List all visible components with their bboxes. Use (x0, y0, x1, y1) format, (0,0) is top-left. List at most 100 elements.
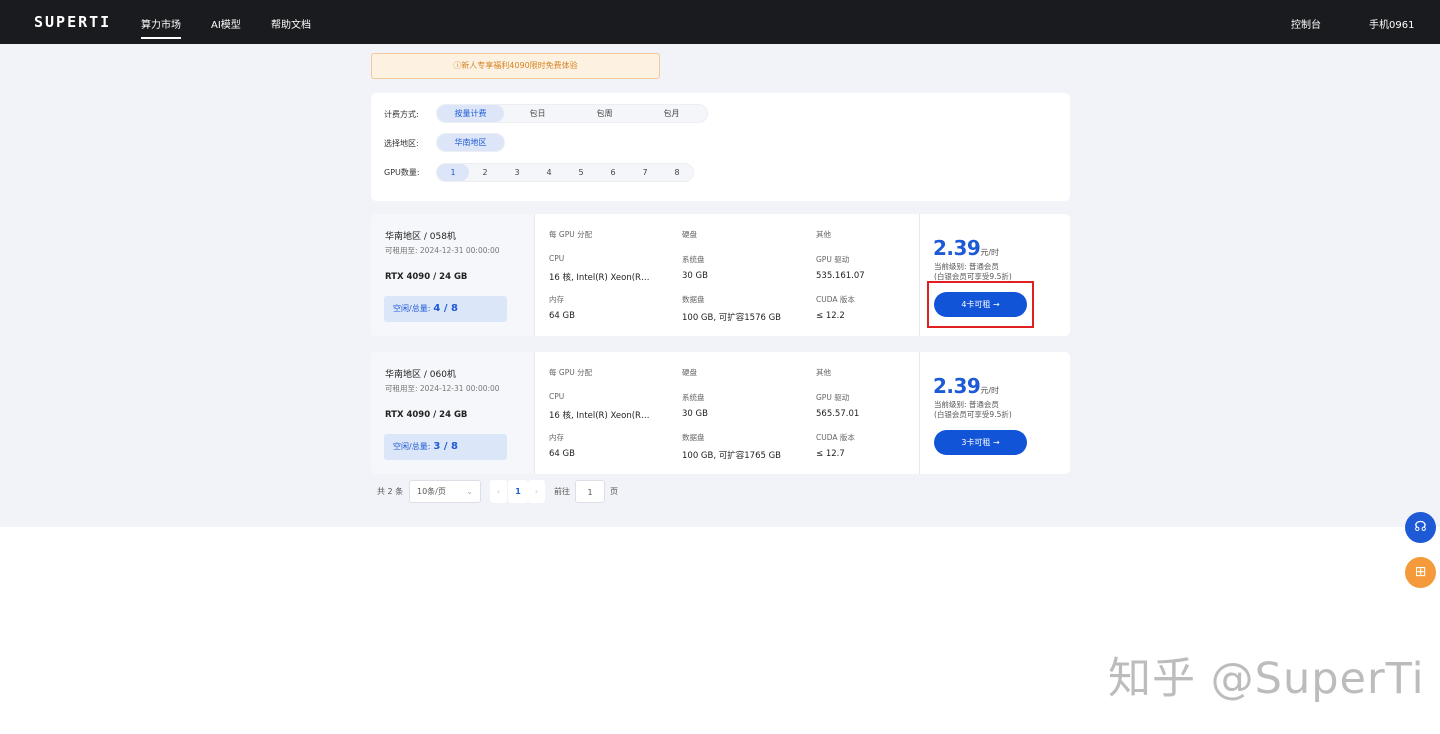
billing-option-pay-as-you-go[interactable]: 按量计费 (437, 105, 504, 122)
customer-service-icon[interactable]: ☊ (1405, 512, 1436, 543)
cpu-value: 16 核, Intel(R) Xeon(R… (549, 411, 650, 421)
user-account-menu[interactable]: 手机0961 (1369, 16, 1414, 31)
billing-label: 计费方式: (384, 110, 419, 119)
billing-option-monthly[interactable]: 包月 (638, 105, 705, 122)
gpu-model: RTX 4090 / 24 GB (385, 272, 468, 282)
gpu-driver-value: 565.57.01 (816, 409, 860, 419)
cuda-label: CUDA 版本 (816, 295, 855, 304)
price-value: 2.39 (933, 374, 981, 398)
membership-discount: (白银会员可享受9.5折) (934, 410, 1012, 419)
gpu-count-8[interactable]: 8 (661, 164, 693, 181)
page-number-current[interactable]: 1 (508, 480, 528, 503)
cuda-label: CUDA 版本 (816, 433, 855, 442)
nav-help-docs[interactable]: 帮助文档 (271, 16, 311, 31)
rentable-until: 可租用至: 2024-12-31 00:00:00 (385, 384, 500, 393)
data-disk-label: 数据盘 (682, 433, 705, 442)
machine-summary: 华南地区 / 060机 可租用至: 2024-12-31 00:00:00 RT… (371, 352, 534, 474)
free-total-badge: 空闲/总量: 4 / 8 (384, 296, 507, 322)
free-total-value: 4 / 8 (433, 303, 458, 314)
highlight-box (927, 281, 1034, 328)
cpu-label: CPU (549, 392, 565, 401)
membership-level: 当前级别: 普通会员 (934, 262, 999, 271)
gpu-count-label: GPU数量: (384, 168, 420, 177)
next-page-icon[interactable]: › (528, 480, 545, 503)
cpu-value: 16 核, Intel(R) Xeon(R… (549, 273, 650, 283)
price: 2.39元/时 (933, 236, 999, 260)
data-disk-label: 数据盘 (682, 295, 705, 304)
pagination-total: 共 2 条 (377, 487, 404, 496)
gpu-count-1[interactable]: 1 (437, 164, 469, 181)
cpu-label: CPU (549, 254, 565, 263)
divider (919, 352, 920, 474)
system-disk-label: 系统盘 (682, 255, 705, 264)
data-disk-value: 100 GB, 可扩容1576 GB (682, 313, 781, 323)
machine-summary: 华南地区 / 058机 可租用至: 2024-12-31 00:00:00 RT… (371, 214, 534, 336)
other-label: 其他 (816, 230, 831, 239)
disk-label: 硬盘 (682, 368, 697, 377)
machine-title: 华南地区 / 060机 (385, 370, 456, 380)
billing-option-daily[interactable]: 包日 (504, 105, 571, 122)
divider (919, 214, 920, 336)
rentable-until: 可租用至: 2024-12-31 00:00:00 (385, 246, 500, 255)
per-gpu-label: 每 GPU 分配 (549, 368, 593, 377)
divider (534, 352, 535, 474)
gpu-count-options: 1 2 3 4 5 6 7 8 (436, 163, 694, 182)
page-size-select[interactable]: 10条/页 ⌄ (409, 480, 481, 503)
gpu-count-6[interactable]: 6 (597, 164, 629, 181)
free-total-value: 3 / 8 (433, 441, 458, 452)
per-gpu-label: 每 GPU 分配 (549, 230, 593, 239)
gpu-driver-value: 535.161.07 (816, 271, 865, 281)
goto-page-input[interactable]: 1 (575, 480, 605, 503)
filter-panel: 计费方式: 按量计费 包日 包周 包月 选择地区: 华南地区 GPU数量: 1 … (371, 93, 1070, 201)
gpu-driver-label: GPU 驱动 (816, 393, 850, 402)
price-unit: 元/时 (980, 248, 1000, 257)
page-size-value: 10条/页 (417, 487, 446, 496)
rent-button[interactable]: 3卡可租 → (934, 430, 1027, 455)
machine-card: 华南地区 / 060机 可租用至: 2024-12-31 00:00:00 RT… (371, 352, 1070, 474)
memory-label: 内存 (549, 295, 564, 304)
other-label: 其他 (816, 368, 831, 377)
price: 2.39元/时 (933, 374, 999, 398)
memory-value: 64 GB (549, 449, 575, 459)
system-disk-value: 30 GB (682, 409, 708, 419)
nav-ai-models[interactable]: AI模型 (211, 16, 241, 31)
gpu-model: RTX 4090 / 24 GB (385, 410, 468, 420)
goto-label: 前往 (554, 487, 570, 496)
gpu-count-2[interactable]: 2 (469, 164, 501, 181)
gpu-count-5[interactable]: 5 (565, 164, 597, 181)
disk-label: 硬盘 (682, 230, 697, 239)
free-total-badge: 空闲/总量: 3 / 8 (384, 434, 507, 460)
gpu-count-4[interactable]: 4 (533, 164, 565, 181)
data-disk-value: 100 GB, 可扩容1765 GB (682, 451, 781, 461)
gpu-count-7[interactable]: 7 (629, 164, 661, 181)
promo-notice: ⓘ新人专享福利4090限时免费体验 (371, 53, 660, 79)
gift-icon[interactable]: ⊞ (1405, 557, 1436, 588)
free-total-label: 空闲/总量: (393, 304, 431, 313)
superti-logo[interactable]: SUPERTI (34, 13, 111, 31)
gpu-count-3[interactable]: 3 (501, 164, 533, 181)
system-disk-value: 30 GB (682, 271, 708, 281)
divider (534, 214, 535, 336)
nav-compute-market[interactable]: 算力市场 (141, 16, 181, 39)
prev-page-icon[interactable]: ‹ (490, 480, 507, 503)
top-navigation-bar: SUPERTI 算力市场 AI模型 帮助文档 控制台 手机0961 (0, 0, 1440, 44)
cuda-value: ≤ 12.2 (816, 311, 845, 321)
machine-title: 华南地区 / 058机 (385, 232, 456, 242)
console-link[interactable]: 控制台 (1291, 16, 1321, 31)
billing-options: 按量计费 包日 包周 包月 (436, 104, 708, 123)
membership-level: 当前级别: 普通会员 (934, 400, 999, 409)
region-options: 华南地区 (436, 133, 505, 152)
watermark: 知乎 @SuperTi (1108, 654, 1425, 704)
region-label: 选择地区: (384, 139, 419, 148)
memory-label: 内存 (549, 433, 564, 442)
cuda-value: ≤ 12.7 (816, 449, 845, 459)
price-unit: 元/时 (980, 386, 1000, 395)
page-suffix: 页 (610, 487, 618, 496)
gpu-driver-label: GPU 驱动 (816, 255, 850, 264)
billing-option-weekly[interactable]: 包周 (571, 105, 638, 122)
region-option-south-china[interactable]: 华南地区 (437, 134, 504, 151)
memory-value: 64 GB (549, 311, 575, 321)
chevron-down-icon: ⌄ (466, 487, 473, 496)
free-total-label: 空闲/总量: (393, 442, 431, 451)
system-disk-label: 系统盘 (682, 393, 705, 402)
